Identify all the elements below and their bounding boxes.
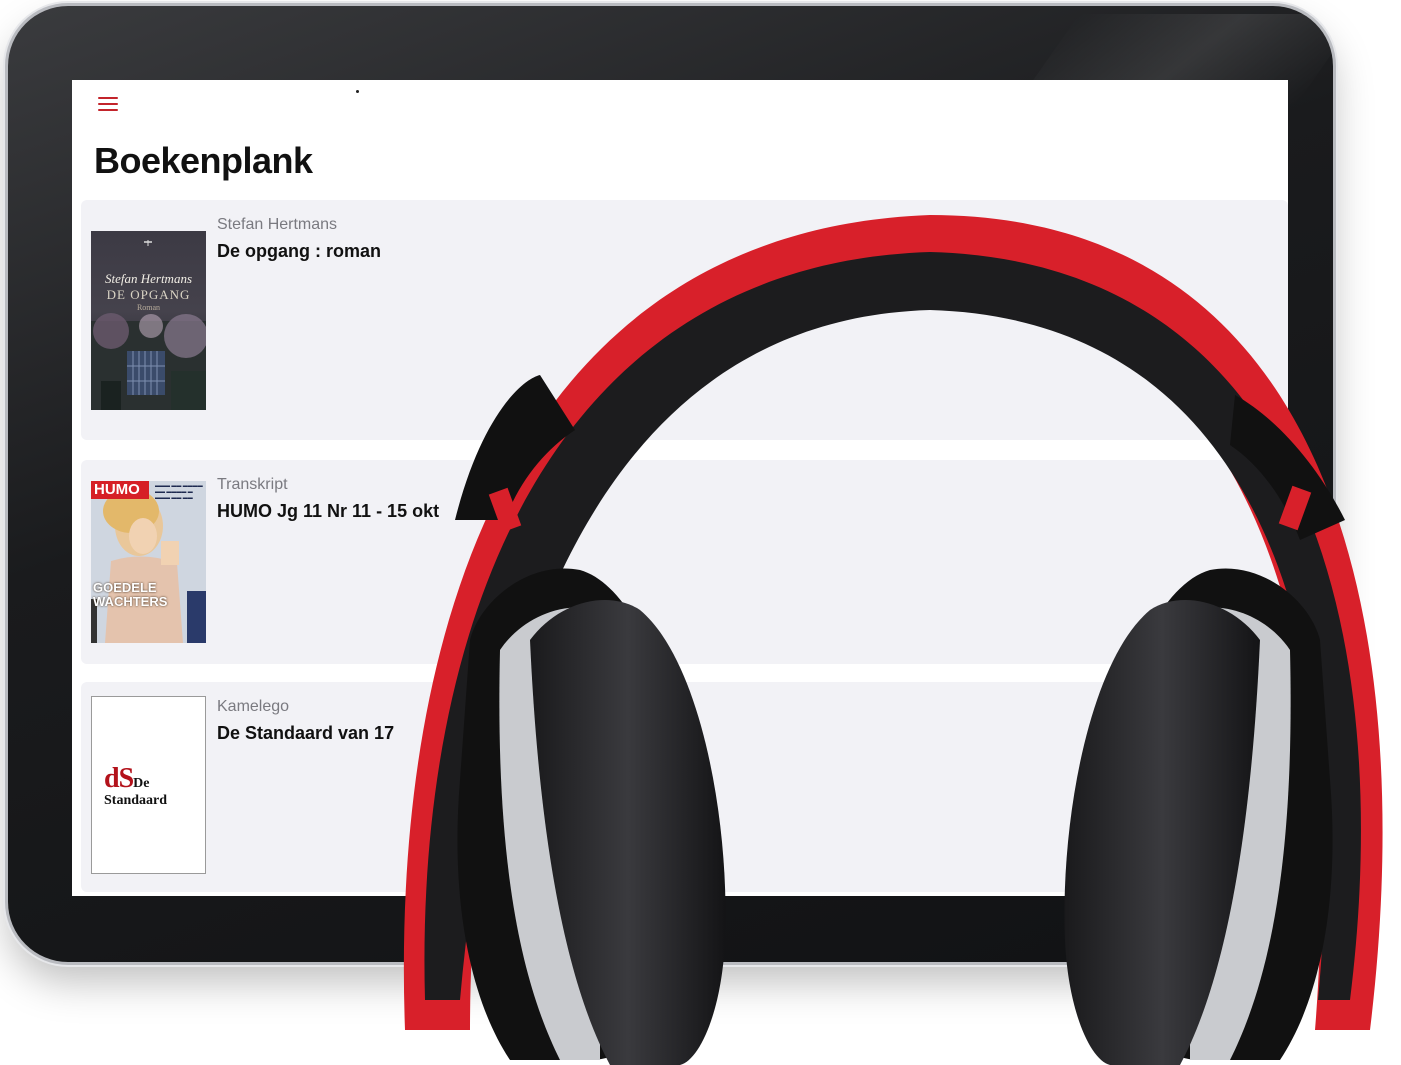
cover-author: Stefan Hertmans	[104, 271, 193, 286]
cover-headline: GOEDELE WACHTERS	[93, 580, 168, 609]
de-standaard-logo: dSDe	[104, 763, 150, 794]
humo-logo: HUMO	[91, 481, 149, 499]
book-card[interactable]: Stefan Hertmans DE OPGANG Roman Stefan H…	[81, 200, 1288, 440]
humo-cover-art	[91, 481, 206, 643]
cover-subtitle: Roman	[136, 303, 161, 312]
camera-dot	[356, 90, 359, 93]
book-cover-image: Stefan Hertmans DE OPGANG Roman	[91, 231, 206, 410]
page-title: Boekenplank	[94, 140, 313, 181]
star-icon	[144, 240, 152, 246]
newspaper-cover-image: dSDe Standaard	[91, 696, 206, 874]
magazine-cover-image: HUMO ▬▬▬ ▬▬ ▬▬▬▬ ▬▬ ▬▬▬▬ ▬ ▬▬▬ ▬▬ ▬▬ GOEDE…	[91, 481, 206, 643]
book-author: Transkript	[217, 476, 288, 493]
book-author: Stefan Hertmans	[217, 216, 338, 233]
opgang-cover-art	[91, 240, 206, 410]
de-standaard-logo-line2: Standaard	[104, 793, 168, 808]
cover-teaser: ▬▬▬ ▬▬ ▬▬▬▬ ▬▬ ▬▬▬▬ ▬ ▬▬▬ ▬▬ ▬▬	[155, 483, 203, 501]
book-title: De Standaard van 17	[217, 723, 395, 743]
tablet-frame: Boekenplank Stefan Hertmans DE OPGANG Ro…	[8, 6, 1360, 962]
book-title: De opgang : roman	[217, 241, 382, 261]
hamburger-menu-icon[interactable]	[98, 97, 118, 111]
tablet-screen: Boekenplank Stefan Hertmans DE OPGANG Ro…	[72, 80, 1288, 896]
book-author: Kamelego	[217, 698, 290, 715]
cover-title: DE OPGANG	[106, 287, 191, 302]
book-card[interactable]: dSDe Standaard Kamelego De Standaard van…	[81, 682, 1288, 892]
book-title: HUMO Jg 11 Nr 11 - 15 okt	[217, 501, 440, 521]
book-card[interactable]: HUMO ▬▬▬ ▬▬ ▬▬▬▬ ▬▬ ▬▬▬▬ ▬ ▬▬▬ ▬▬ ▬▬ GOEDE…	[81, 460, 1288, 664]
